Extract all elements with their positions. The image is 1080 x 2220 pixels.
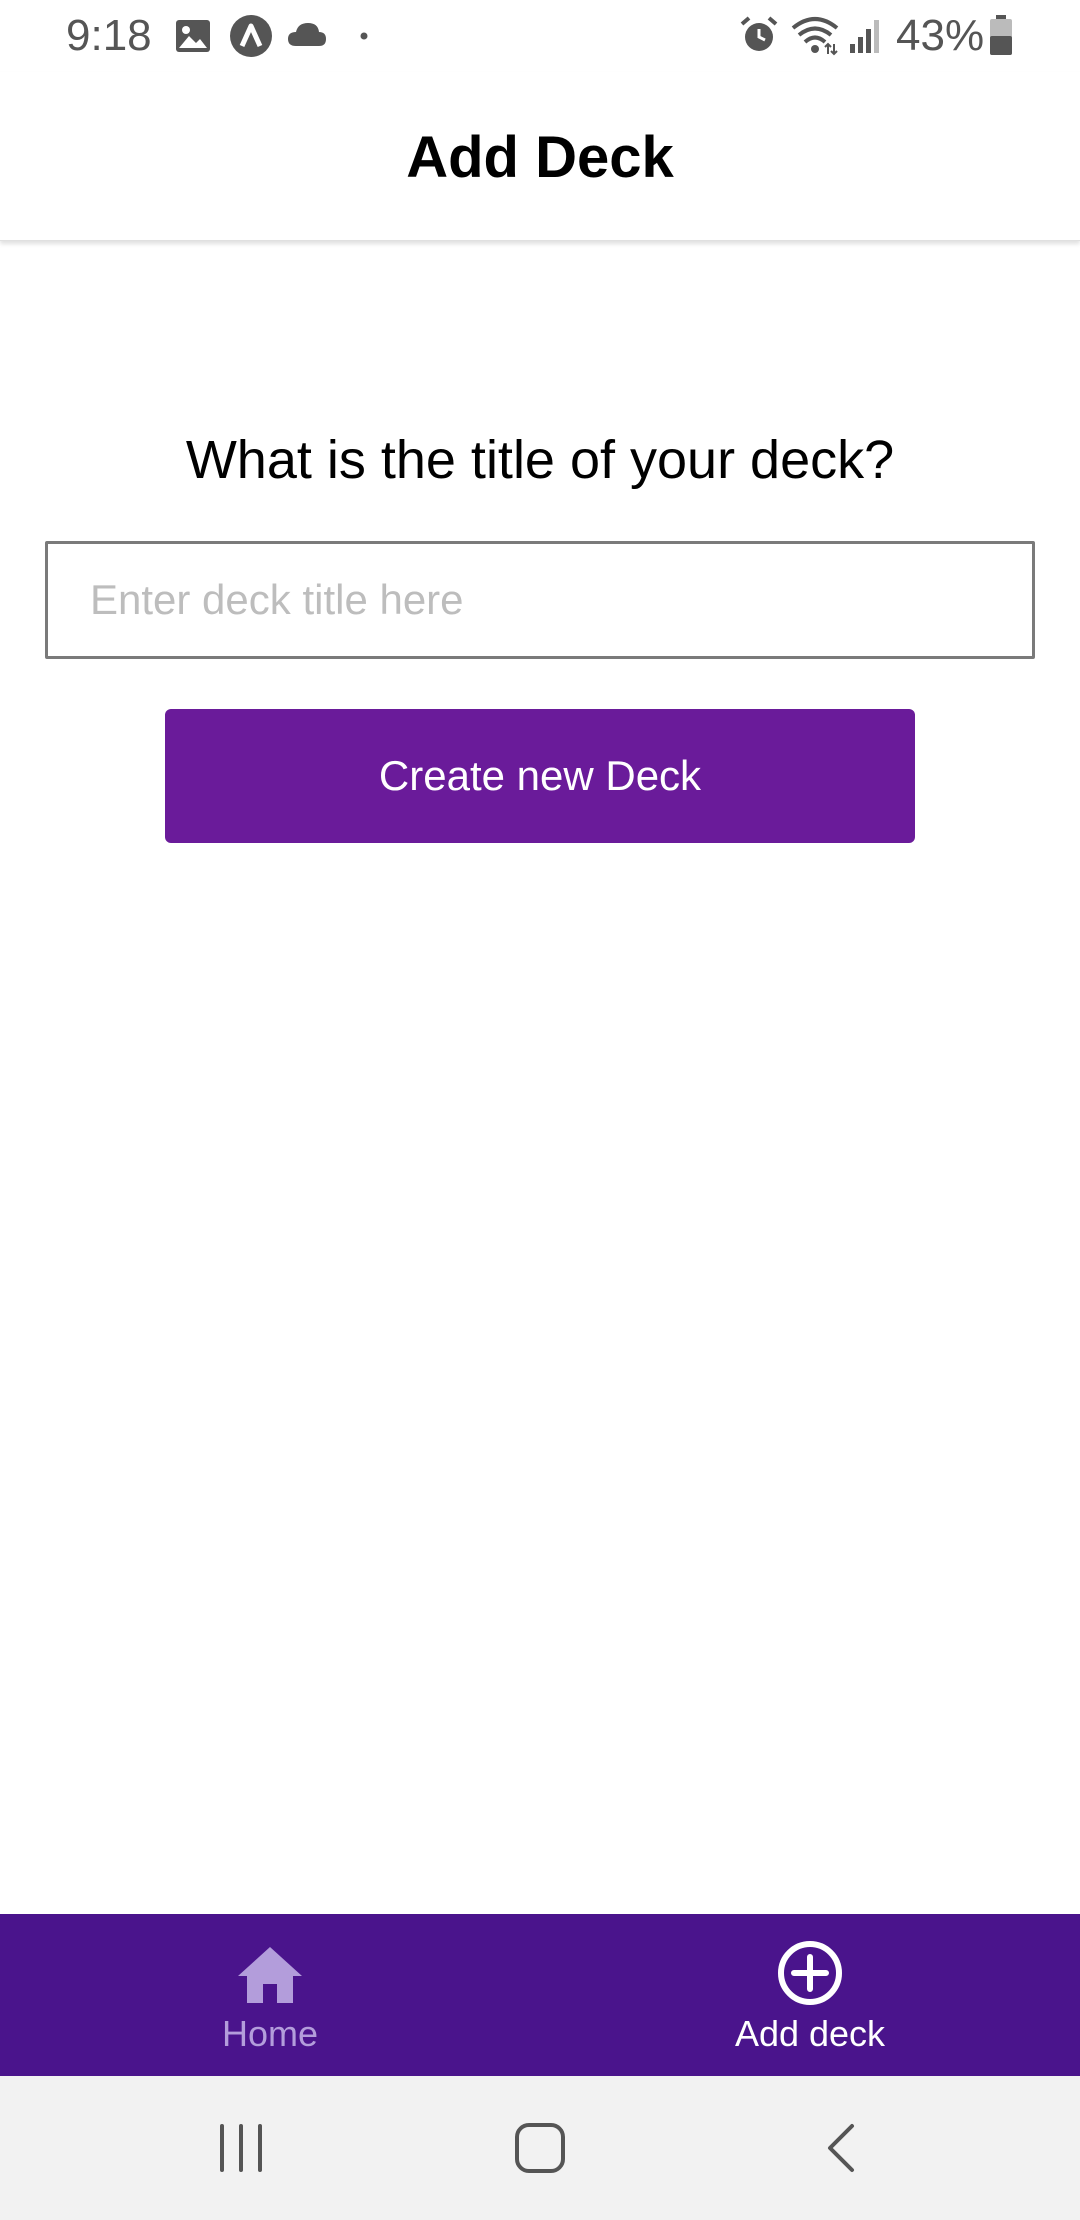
bottom-tab-bar: Home Add deck (0, 1914, 1080, 2076)
cloud-icon (288, 23, 326, 46)
home-nav-icon[interactable] (512, 2118, 570, 2178)
tab-home-label: Home (221, 2013, 319, 2054)
app-notification-icon (230, 15, 272, 57)
status-time: 9:18 (66, 11, 152, 60)
page-title: Add Deck (406, 125, 674, 190)
dot-icon (360, 32, 368, 40)
deck-title-input[interactable] (45, 541, 1035, 659)
tab-home[interactable]: Home (0, 1914, 540, 2076)
tab-add-deck-label: Add deck (734, 2013, 886, 2054)
tab-add-deck[interactable]: Add deck (540, 1914, 1080, 2076)
image-icon (176, 20, 210, 52)
battery-icon (990, 15, 1012, 55)
recent-apps-icon[interactable] (216, 2118, 266, 2178)
signal-icon (850, 20, 879, 53)
back-icon[interactable] (820, 2118, 864, 2178)
app-header: Add Deck (0, 72, 1080, 241)
battery-percentage: 43% (896, 11, 985, 60)
add-circle-icon (778, 1941, 842, 2005)
alarm-icon (740, 16, 778, 51)
deck-title-question: What is the title of your deck? (185, 430, 895, 490)
create-deck-button[interactable]: Create new Deck (165, 709, 915, 843)
system-nav-bar (0, 2076, 1080, 2220)
wifi-icon (791, 17, 839, 56)
status-bar: 9:18 43% (0, 0, 1080, 72)
home-icon (238, 1947, 302, 2003)
